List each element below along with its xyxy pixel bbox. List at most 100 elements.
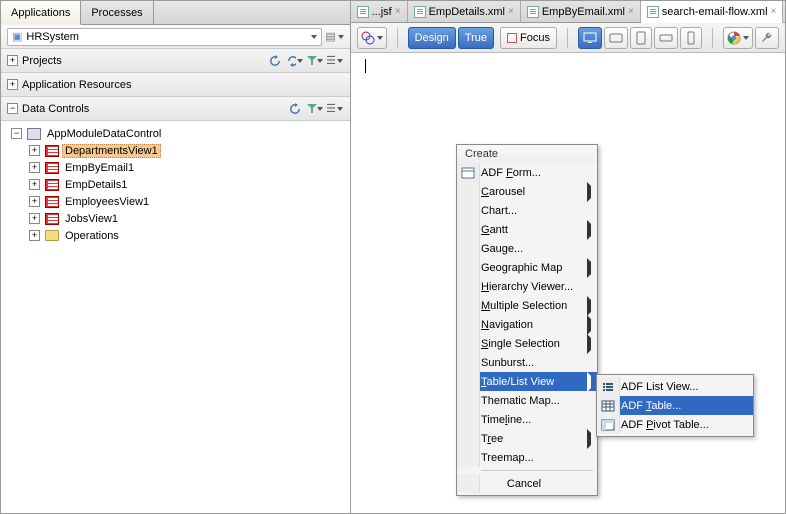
browser-preview-button[interactable] xyxy=(723,27,753,49)
cube-icon: ▣ xyxy=(12,30,22,43)
focus-button[interactable]: Focus xyxy=(500,27,557,49)
tree-node[interactable]: + EmployeesView1 xyxy=(1,193,350,210)
app-selector-row: ▣ HRSystem ▤ xyxy=(1,25,350,49)
tab-label: EmpDetails.xml xyxy=(429,6,505,18)
chevron-down-icon xyxy=(297,59,303,63)
expand-icon[interactable]: + xyxy=(7,55,18,66)
editor-tab[interactable]: ...jsf× xyxy=(351,1,408,22)
separator xyxy=(712,28,713,48)
device-desktop-button[interactable] xyxy=(578,27,602,49)
chevron-down-icon xyxy=(337,59,343,63)
menu-item[interactable]: Carousel xyxy=(457,182,597,201)
node-label: EmpByEmail1 xyxy=(62,161,137,175)
data-controls-section[interactable]: − Data Controls ☰ xyxy=(1,97,350,121)
expand-icon[interactable]: + xyxy=(29,162,40,173)
tree-node[interactable]: + EmpDetails1 xyxy=(1,176,350,193)
expand-icon[interactable]: + xyxy=(7,79,18,90)
menu-item[interactable]: Thematic Map... xyxy=(457,391,597,410)
menu-item[interactable]: Multiple Selection xyxy=(457,296,597,315)
true-button[interactable]: True xyxy=(458,27,494,49)
menu-item[interactable]: Sunburst... xyxy=(457,353,597,372)
node-label: EmployeesView1 xyxy=(62,195,152,209)
menu-item[interactable]: Timeline... xyxy=(457,410,597,429)
view-object-icon xyxy=(44,144,60,158)
tab-applications[interactable]: Applications xyxy=(1,1,81,25)
menu-item[interactable]: Single Selection xyxy=(457,334,597,353)
node-label: JobsView1 xyxy=(62,212,121,226)
expand-icon[interactable]: + xyxy=(29,196,40,207)
menu-label: Carousel xyxy=(481,186,525,198)
tab-label: ...jsf xyxy=(372,6,392,18)
phone-icon xyxy=(659,34,673,42)
editor-tab[interactable]: EmpByEmail.xml× xyxy=(521,1,641,22)
separator xyxy=(481,470,593,471)
close-icon[interactable]: × xyxy=(628,6,634,17)
app-menu-button[interactable]: ▤ xyxy=(326,28,344,46)
collapse-icon[interactable]: − xyxy=(7,103,18,114)
design-button[interactable]: Design xyxy=(408,27,456,49)
tree-node[interactable]: +DepartmentsView1 xyxy=(1,142,350,159)
filter-button[interactable] xyxy=(306,52,324,70)
menu-item[interactable]: Hierarchy Viewer... xyxy=(457,277,597,296)
settings-button[interactable] xyxy=(755,27,779,49)
expand-icon[interactable]: + xyxy=(29,213,40,224)
menu-item[interactable]: Treemap... xyxy=(457,448,597,467)
tree-node[interactable]: +Operations xyxy=(1,227,350,244)
submenu-arrow-icon xyxy=(587,433,591,445)
tablet-icon xyxy=(609,33,623,43)
monitor-icon xyxy=(583,32,597,44)
button-label: Focus xyxy=(520,32,550,44)
menu-label: Navigation xyxy=(481,319,533,331)
menu-item[interactable]: Table/List View xyxy=(457,372,597,391)
tab-processes[interactable]: Processes xyxy=(81,1,153,24)
refresh-button[interactable] xyxy=(266,52,284,70)
menu-label: Gantt xyxy=(481,224,508,236)
close-icon[interactable]: × xyxy=(395,6,401,17)
menu-item-cancel[interactable]: Cancel xyxy=(457,474,597,493)
expand-icon[interactable]: + xyxy=(29,179,40,190)
menu-item[interactable]: Geographic Map xyxy=(457,258,597,277)
menu-item[interactable]: Gauge... xyxy=(457,239,597,258)
editor-tab[interactable]: search-email-flow.xml× xyxy=(641,1,784,23)
menu-item[interactable]: Navigation xyxy=(457,315,597,334)
separator xyxy=(397,28,398,48)
close-icon[interactable]: × xyxy=(508,6,514,17)
section-label: Data Controls xyxy=(22,103,282,115)
collapse-icon[interactable]: − xyxy=(11,128,22,139)
menu-item[interactable]: Gantt xyxy=(457,220,597,239)
text-caret xyxy=(365,59,366,73)
create-context-menu: Create ADF Form...CarouselChart...GanttG… xyxy=(456,144,598,496)
submenu-item[interactable]: ADF Table... xyxy=(597,396,753,415)
tree-node-root[interactable]: − AppModuleDataControl xyxy=(1,125,350,142)
menu-label: Gauge... xyxy=(481,243,523,255)
expand-icon[interactable]: + xyxy=(29,145,40,156)
appmodule-icon xyxy=(26,127,42,141)
submenu-item[interactable]: ADF Pivot Table... xyxy=(597,415,753,434)
expand-icon[interactable]: + xyxy=(29,230,40,241)
options-button[interactable]: ☰ xyxy=(326,52,344,70)
menu-item[interactable]: ADF Form... xyxy=(457,163,597,182)
device-phone-v-button[interactable] xyxy=(680,27,702,49)
device-tablet-v-button[interactable] xyxy=(630,27,652,49)
tree-node[interactable]: + JobsView1 xyxy=(1,210,350,227)
refresh-button[interactable] xyxy=(286,100,304,118)
gestures-button[interactable] xyxy=(357,27,387,49)
submenu-arrow-icon xyxy=(587,376,591,388)
refresh2-button[interactable] xyxy=(286,52,304,70)
menu-label: Table/List View xyxy=(481,376,554,388)
device-tablet-h-button[interactable] xyxy=(604,27,628,49)
resources-section[interactable]: + Application Resources xyxy=(1,73,350,97)
menu-item[interactable]: Tree xyxy=(457,429,597,448)
editor-tab[interactable]: EmpDetails.xml× xyxy=(408,1,521,22)
submenu-item[interactable]: ADF List View... xyxy=(597,377,753,396)
options-button[interactable]: ☰ xyxy=(326,100,344,118)
device-phone-h-button[interactable] xyxy=(654,27,678,49)
menu-item[interactable]: Chart... xyxy=(457,201,597,220)
application-combo[interactable]: ▣ HRSystem xyxy=(7,28,322,46)
close-icon[interactable]: × xyxy=(771,6,777,17)
projects-section[interactable]: + Projects ☰ xyxy=(1,49,350,73)
filter-button[interactable] xyxy=(306,100,324,118)
document-icon xyxy=(527,6,539,18)
tree-node[interactable]: + EmpByEmail1 xyxy=(1,159,350,176)
node-label: EmpDetails1 xyxy=(62,178,130,192)
